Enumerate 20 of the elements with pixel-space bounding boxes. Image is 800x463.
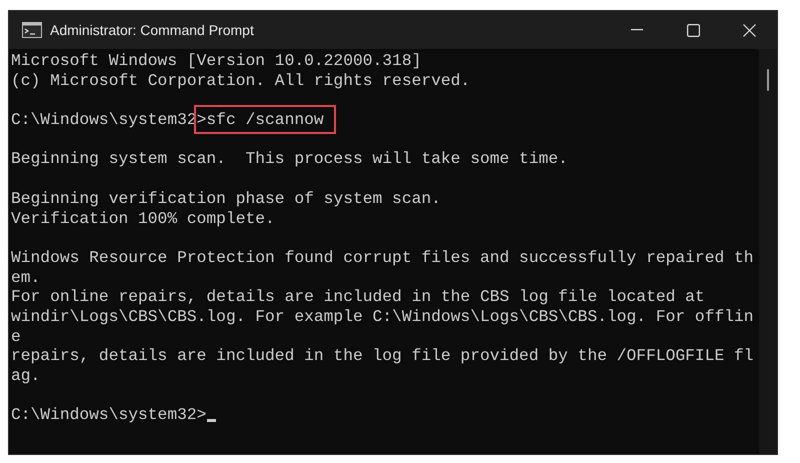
console-line: Beginning verification phase of system scan. bbox=[11, 188, 442, 208]
console-line: Windows Resource Protection found corrupt files and successfully repaired th bbox=[11, 248, 755, 268]
console-line: Microsoft Windows [Version 10.0.22000.318] bbox=[11, 51, 422, 71]
console-line: e bbox=[11, 326, 22, 346]
scrollbar-thumb[interactable] bbox=[767, 69, 769, 91]
console-line: For online repairs, details are included in the CBS log file located at bbox=[11, 287, 706, 307]
command-text: >sfc /scannow bbox=[194, 105, 336, 134]
console-line: ag. bbox=[11, 366, 42, 386]
window-title: Administrator: Command Prompt bbox=[50, 20, 254, 40]
console-line: Beginning system scan. This process will take some time. bbox=[11, 149, 569, 170]
minimize-icon bbox=[631, 29, 643, 31]
prompt-text: C:\Windows\system32> bbox=[11, 405, 206, 426]
console-line: repairs, details are included in the log file provided by the /OFFLOGFILE fl bbox=[11, 346, 755, 366]
console-line: Verification 100% complete. bbox=[11, 208, 276, 228]
console-icon bbox=[22, 22, 42, 38]
console-line: (c) Microsoft Corporation. All rights reserved. bbox=[11, 70, 472, 90]
console-line: windir\Logs\CBS\CBS.log. For example C:\Windows\Logs\CBS\CBS.log. For offlin bbox=[11, 306, 755, 327]
console-line: em. bbox=[11, 268, 42, 288]
close-icon bbox=[742, 24, 756, 36]
maximize-icon bbox=[686, 24, 700, 36]
